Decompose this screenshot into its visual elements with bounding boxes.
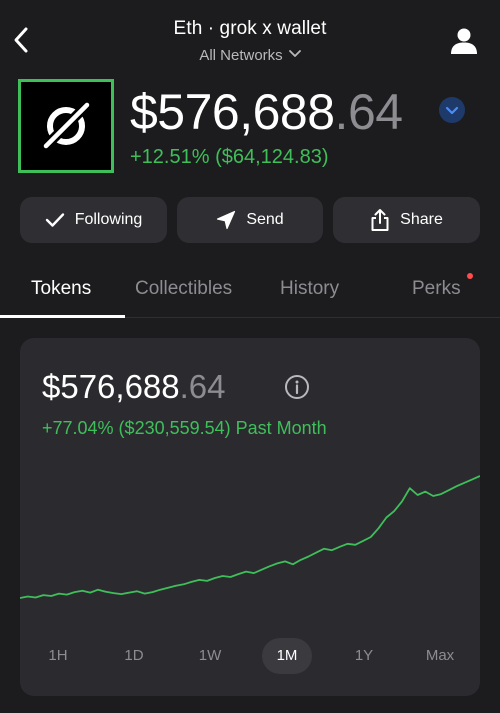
- balance-decimal: .64: [334, 84, 404, 140]
- grok-logo-icon: [42, 101, 91, 150]
- price-line: [20, 475, 480, 599]
- action-bar: Following Send Share: [20, 197, 480, 243]
- range-1y[interactable]: 1Y: [339, 638, 389, 674]
- range-1d[interactable]: 1D: [109, 638, 159, 674]
- user-icon: [451, 28, 477, 54]
- following-label: Following: [74, 211, 143, 228]
- info-button[interactable]: [284, 374, 310, 400]
- range-1m[interactable]: 1M: [262, 638, 312, 674]
- time-range-selector: 1H 1D 1W 1M 1Y Max: [20, 638, 480, 674]
- tab-collectibles[interactable]: Collectibles: [135, 278, 232, 300]
- network-badge[interactable]: [439, 97, 465, 123]
- range-1w[interactable]: 1W: [185, 638, 235, 674]
- chart-change: +77.04% ($230,559.54) Past Month: [42, 418, 327, 438]
- chevron-down-icon: [288, 45, 301, 62]
- range-1h[interactable]: 1H: [33, 638, 83, 674]
- share-label: Share: [400, 211, 443, 228]
- balance-change: +12.51% ($64,124.83): [130, 146, 329, 168]
- info-icon: [285, 375, 309, 399]
- check-icon: [45, 213, 64, 227]
- tab-tokens[interactable]: Tokens: [31, 278, 91, 300]
- wallet-avatar: [18, 79, 114, 173]
- profile-button[interactable]: [449, 26, 479, 56]
- balance-integer: $576,688: [130, 84, 335, 140]
- wallet-balance: $576,688.64: [130, 82, 403, 142]
- chart-balance-decimal: .64: [179, 368, 226, 405]
- chart-balance: $576,688.64: [42, 368, 226, 406]
- following-button[interactable]: Following: [20, 197, 167, 243]
- share-icon: [371, 209, 389, 231]
- chevron-down-icon: [445, 106, 459, 115]
- send-label: Send: [246, 211, 284, 228]
- network-selector[interactable]: All Networks: [0, 45, 500, 64]
- price-chart[interactable]: [20, 468, 480, 608]
- share-button[interactable]: Share: [333, 197, 480, 243]
- tab-history[interactable]: History: [280, 278, 339, 300]
- chart-balance-integer: $576,688: [42, 368, 180, 405]
- active-tab-indicator: [0, 315, 125, 318]
- tab-bar: Tokens Collectibles History Perks: [0, 270, 500, 318]
- range-max[interactable]: Max: [415, 638, 465, 674]
- notification-dot: [467, 273, 473, 279]
- page-title: Eth · grok x wallet: [173, 18, 327, 39]
- tab-perks[interactable]: Perks: [412, 278, 461, 300]
- title-block: Eth · grok x wallet All Networks: [0, 18, 500, 64]
- network-label: All Networks: [199, 47, 283, 64]
- send-icon: [217, 210, 236, 230]
- header: Eth · grok x wallet All Networks: [0, 0, 500, 70]
- send-button[interactable]: Send: [177, 197, 323, 243]
- portfolio-chart-card: $576,688.64 +77.04% ($230,559.54) Past M…: [20, 338, 480, 696]
